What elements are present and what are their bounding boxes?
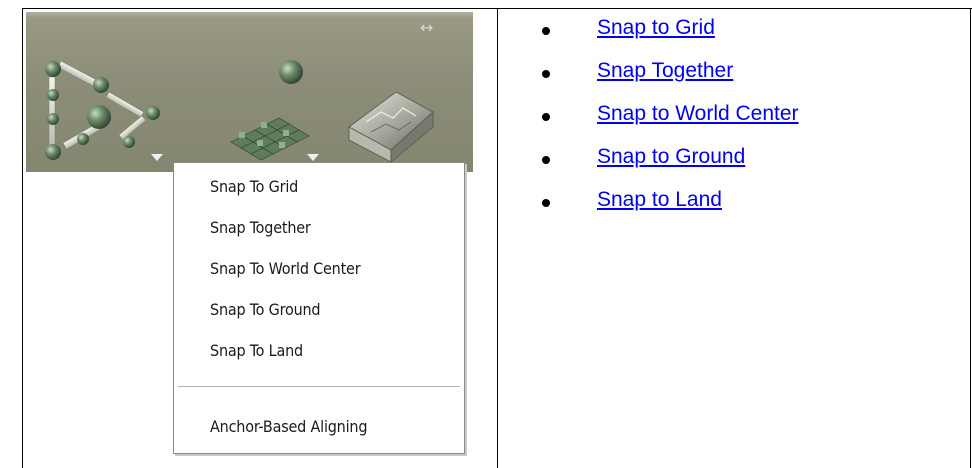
table-border-left xyxy=(22,8,23,468)
link-snap-to-grid[interactable]: Snap to Grid xyxy=(597,16,715,40)
terrain-block-icon[interactable] xyxy=(341,82,441,167)
menu-separator xyxy=(178,386,460,388)
list-item: Snap to Ground xyxy=(520,145,920,175)
menu-item-snap-to-world-center[interactable]: Snap To World Center xyxy=(210,259,361,278)
link-snap-to-ground[interactable]: Snap to Ground xyxy=(597,145,745,169)
bullet-icon xyxy=(542,199,550,207)
grid-cubes-icon[interactable] xyxy=(221,102,316,162)
list-item: Snap to Grid xyxy=(520,16,920,46)
menu-item-snap-to-grid[interactable]: Snap To Grid xyxy=(210,177,298,196)
snap-toolbar-preview: ↔ xyxy=(26,12,473,172)
link-snap-to-land[interactable]: Snap to Land xyxy=(597,188,722,212)
menu-item-anchor-based-aligning[interactable]: Anchor-Based Aligning xyxy=(210,417,367,436)
bullet-icon xyxy=(542,27,550,35)
table-border-middle xyxy=(497,8,498,468)
dropdown-arrow-icon[interactable] xyxy=(151,154,163,161)
link-snap-together[interactable]: Snap Together xyxy=(597,59,733,83)
list-item: Snap Together xyxy=(520,59,920,89)
list-item: Snap to Land xyxy=(520,188,920,218)
snap-dropdown-menu: Snap To Grid Snap Together Snap To World… xyxy=(173,162,465,454)
sphere-icon[interactable] xyxy=(276,57,306,87)
list-item: Snap to World Center xyxy=(520,102,920,132)
dropdown-arrow-icon[interactable] xyxy=(307,154,319,161)
menu-item-snap-to-ground[interactable]: Snap To Ground xyxy=(210,300,321,319)
table-border-right xyxy=(970,8,971,468)
bullet-icon xyxy=(542,70,550,78)
double-arrow-icon: ↔ xyxy=(420,18,433,37)
link-snap-to-world-center[interactable]: Snap to World Center xyxy=(597,102,799,126)
bullet-icon xyxy=(542,156,550,164)
menu-item-snap-together[interactable]: Snap Together xyxy=(210,218,311,237)
menu-item-snap-to-land[interactable]: Snap To Land xyxy=(210,341,303,360)
bullet-icon xyxy=(542,113,550,121)
